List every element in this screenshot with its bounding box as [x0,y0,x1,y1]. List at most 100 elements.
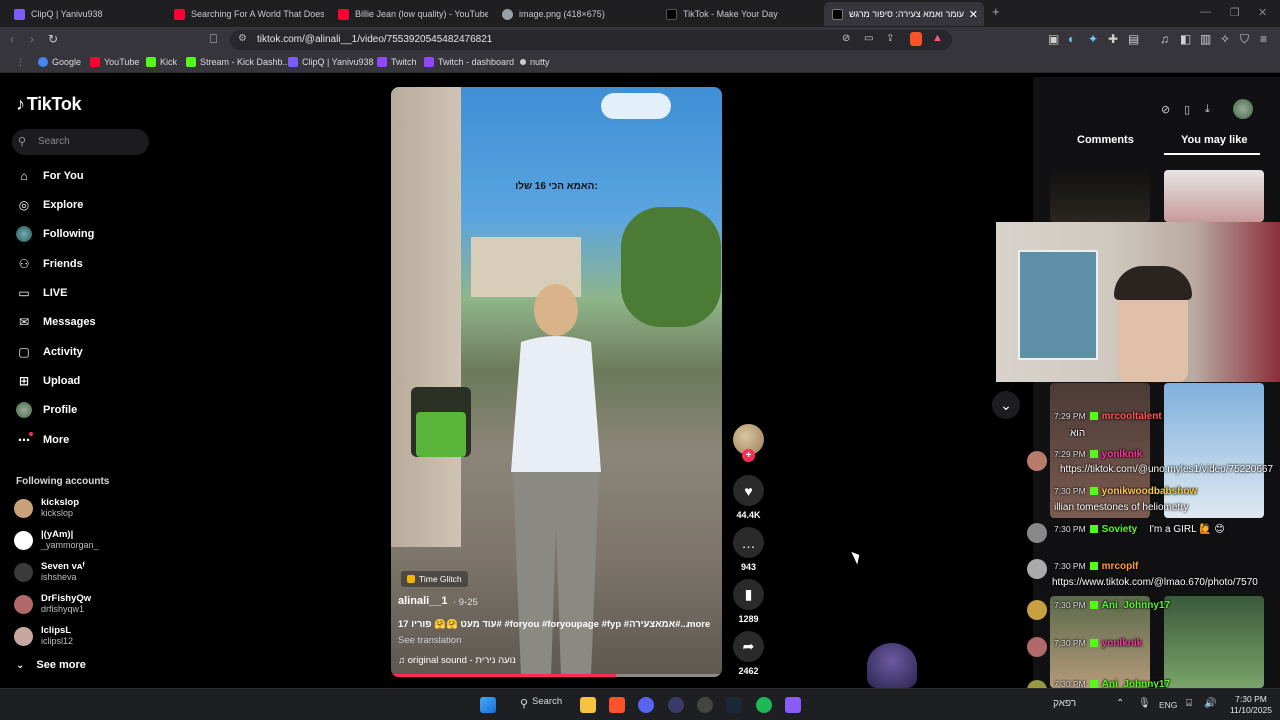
bookmark-kick-dashboard[interactable]: Stream - Kick Dashb... [186,57,290,67]
extension-icon[interactable]: ✦ [1088,32,1098,46]
nav-explore[interactable]: ◎ Explore [16,197,84,213]
following-account[interactable]: lclipsL iclipsl12 [14,625,73,647]
music-icon[interactable]: ♫ [1160,32,1169,46]
bookmark-nutty[interactable]: nutty [520,57,550,67]
minimize-icon[interactable]: — [1200,6,1211,18]
browser-tab-image[interactable]: image.png (418×675) [502,2,652,26]
site-info-icon[interactable]: ⚙ [238,33,247,44]
screen-icon[interactable]: ▭ [864,33,873,44]
brave-shield-icon[interactable] [910,32,922,46]
taskbar-language[interactable]: ENG [1159,700,1177,710]
video-player[interactable]: האמא הכי 16 שלו: Time Glitch alinali__1 … [391,87,722,677]
recommended-video-thumbnail[interactable] [1164,383,1264,518]
following-account[interactable]: DrFishyQw drfishyqw1 [14,593,91,615]
nav-live[interactable]: ▭ LIVE [16,285,67,301]
like-action[interactable]: ♥ 44.4K [733,475,764,520]
following-account[interactable]: |(yAm)| _yammorgan_ [14,529,99,551]
effect-tag[interactable]: Time Glitch [401,571,468,587]
spotify-icon[interactable] [756,697,772,713]
close-window-icon[interactable]: ✕ [1258,6,1267,19]
bookmark-kick[interactable]: Kick [146,57,177,67]
video-progress-bar[interactable] [391,674,722,677]
search-icon[interactable]: ⚲ [520,697,528,710]
forward-icon[interactable]: › [30,32,34,46]
video-author[interactable]: alinali__1 [398,595,448,607]
sidebar-toggle-icon[interactable]: ◧ [1180,32,1191,46]
see-translation-button[interactable]: See translation [398,635,461,646]
recommended-video-thumbnail[interactable] [1164,170,1264,222]
network-icon[interactable]: ⌸ [1186,698,1192,709]
bookmark-twitch[interactable]: Twitch [377,57,417,67]
tiktok-logo[interactable]: ♪ TikTok [16,94,82,115]
bookmark-youtube[interactable]: YouTube [90,57,139,67]
steam-icon[interactable] [726,697,742,713]
comment-action[interactable]: … 943 [733,527,764,572]
address-bar[interactable]: ⚙ tiktok.com/@alinali__1/video/755392054… [230,30,952,50]
close-tab-icon[interactable]: ✕ [969,8,978,21]
compass-icon[interactable]: ⊘ [1161,103,1170,116]
brave-rewards-icon[interactable]: ▲ [932,32,943,44]
leo-ai-icon[interactable]: ✧ [1220,32,1230,46]
sidebar-icon[interactable]: ▣ [1048,32,1059,46]
app-icon[interactable] [785,697,801,713]
browser-tab-clipq[interactable]: ClipQ | Yanivu938 [14,2,164,26]
maximize-icon[interactable]: ❐ [1230,6,1240,19]
chevron-down-icon[interactable]: ⌄ [992,391,1020,419]
brave-browser-icon[interactable] [609,697,625,713]
extensions-puzzle-icon[interactable]: ✚ [1108,32,1118,46]
vpn-icon[interactable]: ⛉ [1240,32,1249,47]
app-icon[interactable] [668,697,684,713]
see-more-button[interactable]: ⌄ See more [16,659,86,671]
browser-tab-billie-jean[interactable]: Billie Jean (low quality) - YouTube [338,2,488,26]
mute-icon[interactable]: ⊘ [842,33,850,44]
obs-icon[interactable] [697,697,713,713]
nav-following[interactable]: Following [16,226,94,242]
bookmark-icon[interactable]: ▮ [733,579,764,610]
microphone-icon[interactable]: 🎙 [1138,698,1151,709]
share-icon[interactable]: ⇪ [886,33,894,44]
download-icon[interactable]: ⤓ [1205,103,1210,116]
bookmark-clipq[interactable]: ClipQ | Yanivu938 [288,57,374,67]
phone-icon[interactable]: ▯ [1184,103,1190,116]
browser-tab-searching[interactable]: Searching For A World That Doesn't [174,2,324,26]
browser-tab-active[interactable]: עומר ואמא צעירה: סיפור מרגש ✕ [824,2,984,26]
recommended-video-thumbnail[interactable] [1050,170,1150,222]
comment-icon[interactable]: … [733,527,764,558]
following-account[interactable]: Seven ᴠᴀᶠ ishsheva [14,561,85,583]
nav-for-you[interactable]: ⌂ For You [16,168,83,184]
recommended-video-thumbnail[interactable] [1164,596,1264,688]
wallet-icon[interactable]: ▥ [1200,32,1211,46]
taskbar-clock[interactable]: 7:30 PM 11/10/2025 [1226,694,1276,716]
share-action[interactable]: ➦ 2462 [733,631,764,676]
menu-icon[interactable]: ≡ [1260,32,1267,46]
nav-more[interactable]: ⋯ More [16,432,69,448]
search-input[interactable]: ⚲ Search [12,129,149,155]
following-account[interactable]: kickslop kickslop [14,497,79,519]
caption-more-button[interactable]: more [687,619,710,630]
taskbar-weather[interactable]: רפאק [1053,698,1076,709]
chevron-up-icon[interactable]: ⌃ [1116,698,1124,709]
nav-profile[interactable]: Profile [16,402,77,418]
discord-icon[interactable] [638,697,654,713]
video-sound[interactable]: ♫ original sound - נועה נירית [398,655,516,666]
extension-icon[interactable]: ▤ [1128,32,1139,46]
save-action[interactable]: ▮ 1289 [733,579,764,624]
tab-comments[interactable]: Comments [1077,134,1134,146]
bookmark-google[interactable]: Google [38,57,81,67]
follow-plus-icon[interactable]: + [742,449,755,462]
tab-you-may-like[interactable]: You may like [1181,134,1247,146]
nav-upload[interactable]: ⊞ Upload [16,373,80,389]
reload-icon[interactable]: ↻ [48,32,58,46]
bookmark-twitch-dashboard[interactable]: Twitch - dashboard [424,57,514,67]
browser-tab-tiktok[interactable]: TikTok - Make Your Day [666,2,816,26]
user-avatar[interactable] [1233,99,1253,119]
new-tab-icon[interactable]: + [992,4,1000,19]
volume-icon[interactable]: 🔊 [1204,698,1216,709]
extension-icon[interactable]: ◐ [1068,32,1075,46]
file-explorer-icon[interactable] [580,697,596,713]
heart-icon[interactable]: ♥ [733,475,764,506]
nav-messages[interactable]: ✉ Messages [16,314,96,330]
back-icon[interactable]: ‹ [10,32,14,46]
windows-start-icon[interactable] [480,697,496,713]
bookmark-page-icon[interactable]: ⎕ [210,32,217,47]
